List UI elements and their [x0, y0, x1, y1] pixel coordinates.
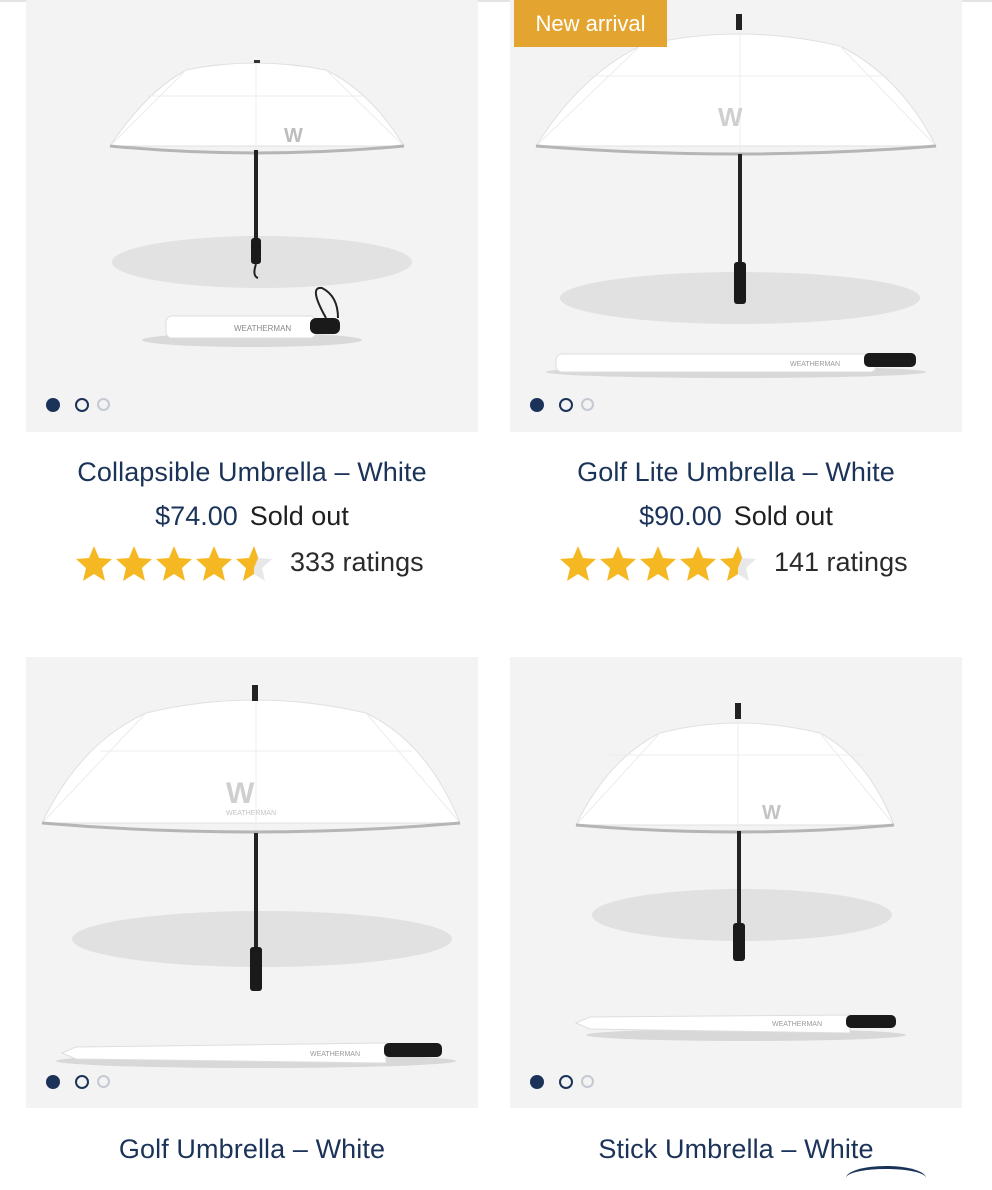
product-price: $74.00: [155, 501, 238, 531]
carousel-dot-icon[interactable]: [581, 1075, 594, 1088]
golf-lite-umbrella-image: W WEATHERMAN: [535, 14, 937, 378]
product-title[interactable]: Stick Umbrella – White: [510, 1134, 962, 1165]
half-star-icon: [236, 546, 272, 581]
product-image[interactable]: W WEATHERMAN: [26, 0, 478, 432]
star-icon: [560, 546, 596, 581]
rating-count: 333 ratings: [290, 547, 424, 577]
star-icon: [640, 546, 676, 581]
stick-umbrella-image: W WEATHERMAN: [574, 703, 906, 1041]
carousel-dot-icon[interactable]: [75, 398, 89, 412]
svg-text:WEATHERMAN: WEATHERMAN: [226, 810, 276, 817]
star-icon: [156, 546, 192, 581]
star-icon: [116, 546, 152, 581]
star-icon: [196, 546, 232, 581]
svg-text:W: W: [762, 802, 781, 824]
carousel-dot-icon[interactable]: [97, 1075, 110, 1088]
svg-text:W: W: [718, 102, 743, 132]
star-icon: [600, 546, 636, 581]
new-arrival-badge: New arrival: [514, 0, 667, 47]
svg-text:WEATHERMAN: WEATHERMAN: [790, 361, 840, 368]
golf-umbrella-image: W WEATHERMAN WEATHERMAN: [41, 685, 461, 1068]
carousel-dot-icon[interactable]: [75, 1075, 89, 1089]
half-star-icon: [720, 546, 756, 581]
chat-widget-button[interactable]: [846, 1166, 926, 1190]
product-image[interactable]: W WEATHERMAN New arrival: [510, 0, 962, 432]
rating-count: 141 ratings: [774, 547, 908, 577]
carousel-dot-icon[interactable]: [46, 1075, 60, 1089]
price-row: $74.00 Sold out: [26, 501, 478, 532]
carousel-dot-icon[interactable]: [530, 1075, 544, 1089]
star-icon: [76, 546, 112, 581]
svg-text:WEATHERMAN: WEATHERMAN: [234, 324, 291, 333]
product-price: $90.00: [639, 501, 722, 531]
product-image[interactable]: W WEATHERMAN WEATHERMAN: [26, 657, 478, 1108]
product-image[interactable]: W WEATHERMAN: [510, 657, 962, 1108]
product-title[interactable]: Collapsible Umbrella – White: [26, 457, 478, 488]
carousel-dot-icon[interactable]: [581, 398, 594, 411]
sold-out-label: Sold out: [249, 501, 349, 531]
svg-text:WEATHERMAN: WEATHERMAN: [310, 1051, 360, 1058]
price-row: $90.00 Sold out: [510, 501, 962, 532]
sold-out-label: Sold out: [733, 501, 833, 531]
carousel-dot-icon[interactable]: [46, 398, 60, 412]
star-icon: [680, 546, 716, 581]
product-title[interactable]: Golf Umbrella – White: [26, 1134, 478, 1165]
carousel-dot-icon[interactable]: [530, 398, 544, 412]
carousel-dot-icon[interactable]: [97, 398, 110, 411]
svg-text:WEATHERMAN: WEATHERMAN: [772, 1021, 822, 1028]
svg-text:W: W: [284, 125, 303, 147]
carousel-dot-icon[interactable]: [559, 398, 573, 412]
collapsible-umbrella-image: W WEATHERMAN: [109, 60, 412, 347]
product-title[interactable]: Golf Lite Umbrella – White: [510, 457, 962, 488]
carousel-dot-icon[interactable]: [559, 1075, 573, 1089]
svg-text:W: W: [226, 777, 255, 810]
